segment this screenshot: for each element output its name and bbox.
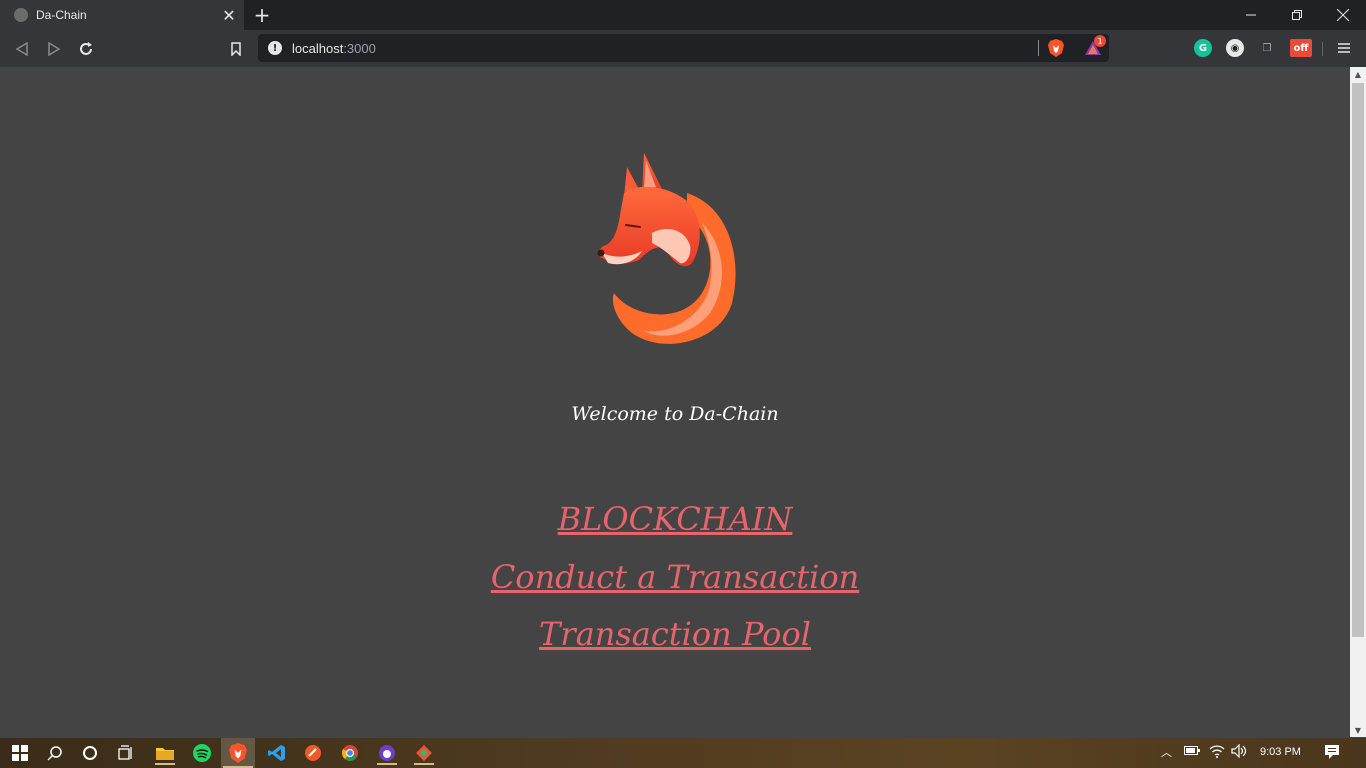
app-icon[interactable] [301,741,325,765]
volume-icon[interactable] [1231,743,1247,761]
grammarly-icon[interactable]: G [1194,39,1212,57]
tab-title: Da-Chain [36,8,87,22]
brave-taskbar-icon[interactable] [221,738,255,768]
address-separator [1038,40,1039,56]
globe-icon [14,8,28,22]
info-icon[interactable]: ! [268,41,282,55]
brave-shields-icon[interactable] [1048,39,1064,57]
close-icon [1337,9,1349,21]
file-explorer-icon[interactable] [153,741,177,765]
task-view-icon[interactable] [114,741,138,765]
bookmark-icon [231,42,241,56]
page-scrollbar[interactable]: ▲ ▼ [1350,67,1366,737]
windows-start-icon[interactable] [8,741,32,765]
browser-toolbar: ! localhost:3000 1 G ◉ ❐ off [0,30,1366,67]
bookmark-button[interactable] [223,36,249,62]
url-port: :3000 [343,40,376,56]
search-icon[interactable] [43,741,67,765]
git-icon[interactable] [412,741,436,765]
minimize-button[interactable] [1228,0,1274,30]
back-button[interactable] [9,36,35,62]
toolbar-divider [1322,42,1323,56]
battery-icon[interactable] [1184,744,1200,759]
page-content: Welcome to Da-Chain BLOCKCHAIN Conduct a… [0,67,1350,737]
github-desktop-icon[interactable] [375,741,399,765]
close-tab-icon[interactable]: ✕ [218,4,240,26]
action-center-icon[interactable] [1324,744,1340,763]
clock-time[interactable]: 9:03 PM [1260,746,1301,758]
active-indicator [377,763,397,765]
scrollbar-thumb[interactable] [1352,83,1364,637]
chrome-icon[interactable] [338,741,362,765]
address-bar[interactable]: ! localhost:3000 1 [258,34,1109,62]
forward-arrow-icon [48,42,60,56]
fox-logo [597,153,736,344]
active-indicator [155,763,175,765]
close-window-button[interactable] [1320,0,1366,30]
conduct-transaction-link[interactable]: Conduct a Transaction [0,558,1350,596]
offline-extension-icon[interactable]: off [1290,39,1312,57]
url-host: localhost [292,40,344,56]
spotify-icon[interactable] [190,741,214,765]
scroll-down-icon[interactable]: ▼ [1350,723,1366,737]
cortana-icon[interactable] [78,741,102,765]
back-arrow-icon [16,42,28,56]
blockchain-link[interactable]: BLOCKCHAIN [0,500,1350,538]
wifi-icon[interactable] [1209,744,1225,761]
browser-menu-icon[interactable] [1334,38,1354,58]
minimize-icon [1246,14,1256,16]
rewards-badge: 1 [1094,35,1106,47]
vscode-icon[interactable] [265,741,289,765]
tab-da-chain[interactable]: Da-Chain ✕ [0,0,244,30]
new-tab-button[interactable]: + [250,3,274,27]
reload-icon [80,42,92,55]
active-indicator [414,763,434,765]
windows-taskbar: ︿ 9:03 PM [0,738,1366,768]
reload-button[interactable] [73,36,99,62]
tab-bar: Da-Chain ✕ + [0,0,1366,30]
extension-copy-icon[interactable]: ❐ [1258,39,1276,57]
forward-button[interactable] [41,36,67,62]
welcome-heading: Welcome to Da-Chain [571,403,779,425]
extension-icon[interactable]: ◉ [1226,39,1244,57]
show-hidden-icons[interactable]: ︿ [1161,744,1172,760]
scroll-up-icon[interactable]: ▲ [1350,67,1366,81]
restore-button[interactable] [1274,0,1320,30]
transaction-pool-link[interactable]: Transaction Pool [0,615,1350,653]
restore-icon [1292,10,1302,20]
